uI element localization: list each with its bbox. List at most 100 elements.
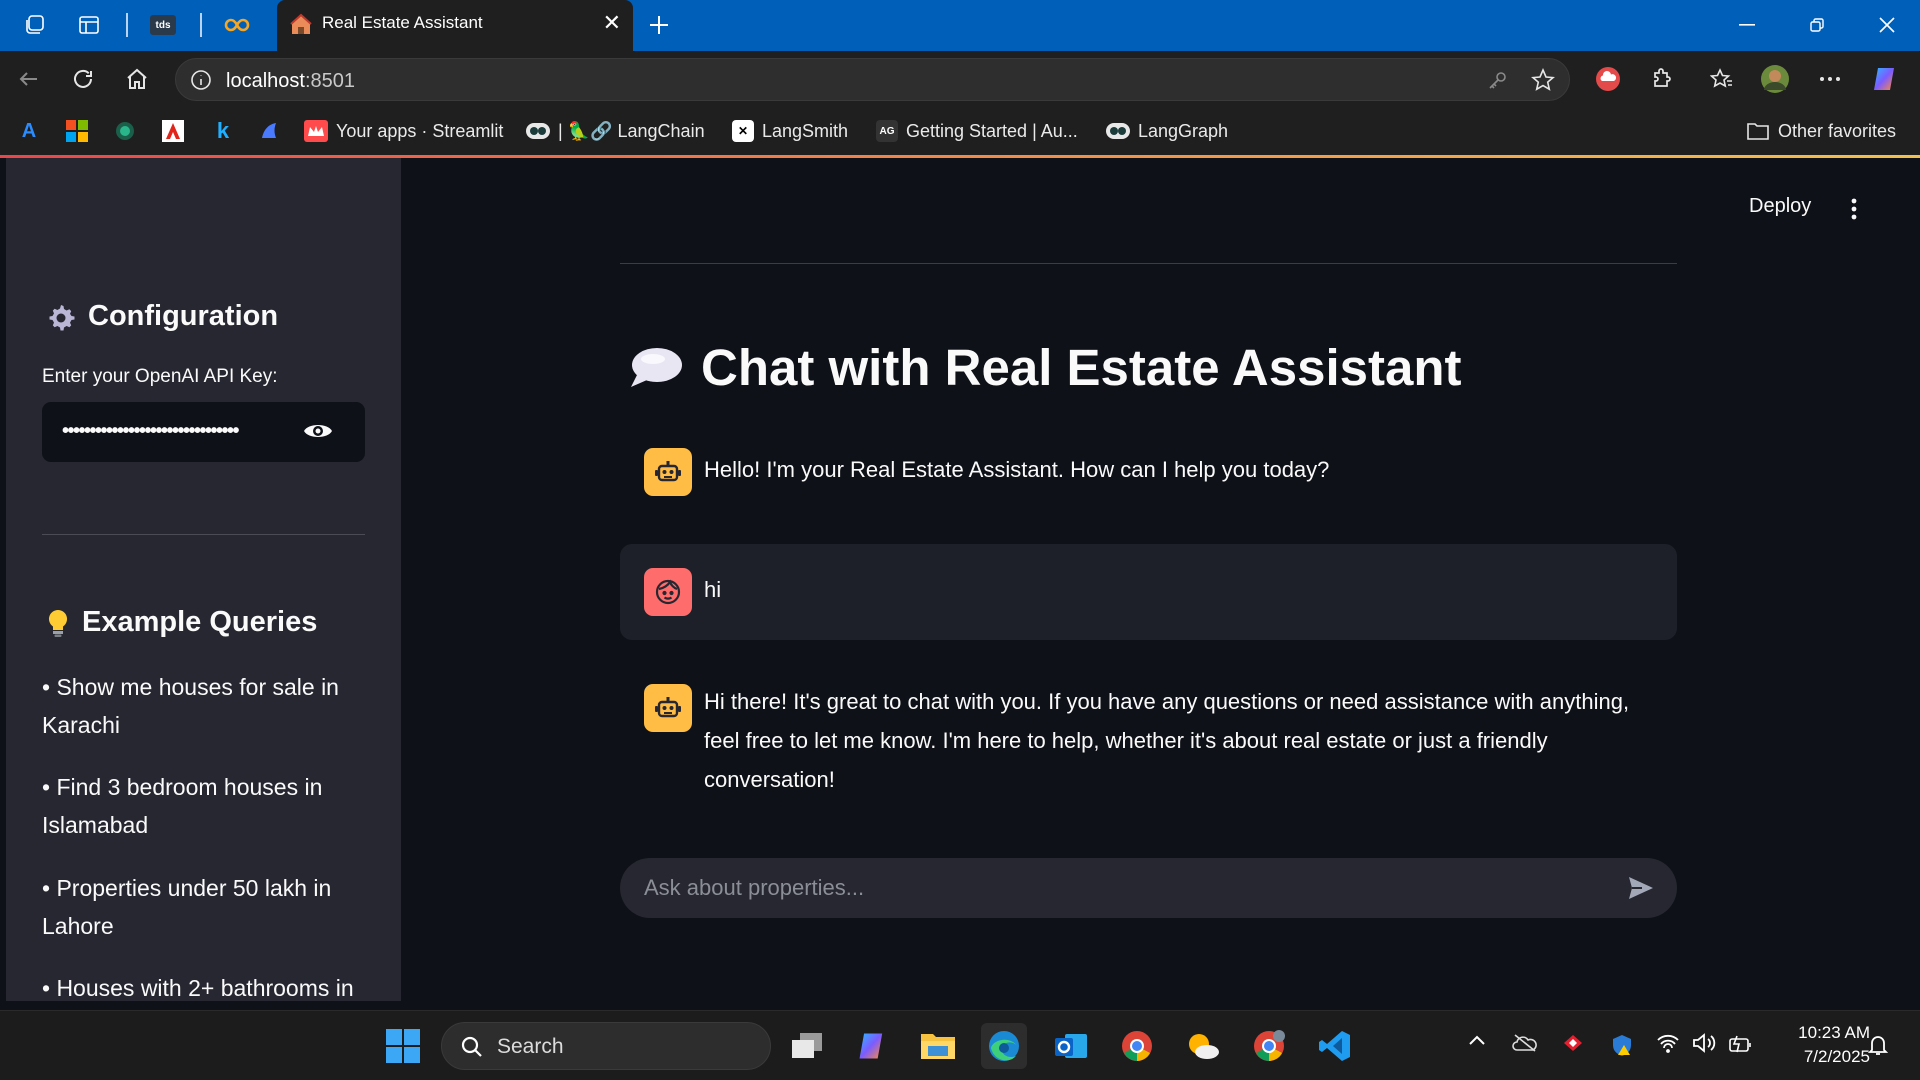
home-icon[interactable] <box>122 64 152 94</box>
tds-favicon-icon: tds <box>150 15 176 35</box>
favorite-star-icon[interactable] <box>1531 68 1555 92</box>
taskbar-search[interactable]: Search <box>441 1022 771 1070</box>
new-tab-icon[interactable] <box>644 10 674 40</box>
example-query-item: • Find 3 bedroom houses in Islamabad <box>42 774 323 838</box>
clock-time: 10:23 AM <box>1798 1023 1870 1042</box>
workspaces-icon[interactable] <box>20 10 50 40</box>
chat-input[interactable] <box>620 858 1677 918</box>
anydesk-icon[interactable] <box>1562 1033 1584 1053</box>
adobe-icon <box>162 120 184 142</box>
security-shield-icon[interactable] <box>1610 1033 1634 1057</box>
sidebar-divider <box>42 534 365 535</box>
system-clock[interactable]: 10:23 AM 7/2/2025 <box>1770 1021 1870 1069</box>
main-content: Deploy Chat with Real Estate Assistant H… <box>401 158 1914 1001</box>
bookmark-getting-started[interactable]: AG Getting Started | Au... <box>876 119 1078 143</box>
chat-message-assistant: Hi there! It's great to chat with you. I… <box>620 662 1677 812</box>
tray-chevron-icon[interactable] <box>1468 1033 1486 1047</box>
bookmark-microsoft[interactable] <box>66 119 88 143</box>
folder-icon <box>1746 121 1770 141</box>
tab-close-icon[interactable]: ✕ <box>603 12 621 34</box>
bookmark-langchain[interactable]: | 🦜🔗 LangChain <box>526 119 705 143</box>
more-menu-icon[interactable] <box>1815 64 1845 94</box>
bookmark-langsmith[interactable]: ✕ LangSmith <box>732 119 848 143</box>
bookmark-k[interactable]: k <box>212 118 234 143</box>
microsoft-icon <box>66 120 88 142</box>
restore-icon[interactable] <box>1797 10 1837 40</box>
search-label: Search <box>497 1035 564 1058</box>
tab-infinity[interactable] <box>222 10 252 40</box>
example-query-item: • Properties under 50 lakh in Lahore <box>42 875 332 939</box>
deploy-button[interactable]: Deploy <box>1749 195 1811 218</box>
example-query-item: • Houses with 2+ bathrooms in <box>42 975 354 1001</box>
task-view-icon[interactable] <box>784 1023 830 1069</box>
clock-date: 7/2/2025 <box>1803 1047 1870 1066</box>
bookmark-label: Your apps · Streamlit <box>336 120 504 141</box>
chat-input-field[interactable] <box>644 870 1604 906</box>
windows-start-icon[interactable] <box>380 1023 426 1069</box>
chat-message-assistant: Hello! I'm your Real Estate Assistant. H… <box>620 426 1677 522</box>
bot-avatar-icon <box>644 448 692 496</box>
bookmark-adobe[interactable] <box>162 119 184 143</box>
examples-title: Example Queries <box>82 606 318 638</box>
example-query-item: • Show me houses for sale in Karachi <box>42 674 339 738</box>
langgraph-icon <box>1106 123 1130 139</box>
search-icon <box>460 1035 484 1059</box>
volume-icon[interactable] <box>1692 1033 1718 1053</box>
message-text: hi <box>704 577 722 602</box>
bookmark-azure[interactable]: A <box>18 119 40 143</box>
tab-tds[interactable]: tds <box>148 10 178 40</box>
extensions-icon[interactable] <box>1647 64 1677 94</box>
profile-avatar[interactable] <box>1760 64 1790 94</box>
chat-message-user: hi <box>620 544 1677 640</box>
copilot-taskbar-icon[interactable] <box>849 1023 895 1069</box>
back-icon[interactable] <box>14 64 44 94</box>
battery-icon[interactable] <box>1728 1033 1754 1055</box>
wifi-icon[interactable] <box>1656 1033 1680 1053</box>
bookmarks-bar: A k Your apps · Streamlit | 🦜🔗 LangChain… <box>0 107 1920 155</box>
api-key-input[interactable]: •••••••••••••••••••••••••••••••• <box>42 402 365 462</box>
bookmark-streamlit[interactable]: Your apps · Streamlit <box>304 119 503 143</box>
minimize-icon[interactable] <box>1727 10 1767 40</box>
refresh-icon[interactable] <box>68 64 98 94</box>
other-favorites-label: Other favorites <box>1778 120 1897 141</box>
show-password-eye-icon[interactable] <box>303 420 333 442</box>
chrome-profile-icon[interactable] <box>1246 1023 1292 1069</box>
favorites-icon[interactable] <box>1707 64 1737 94</box>
bot-avatar-icon <box>644 684 692 732</box>
send-icon[interactable] <box>1627 875 1655 901</box>
page-title: Chat with Real Estate Assistant <box>629 338 1461 397</box>
chrome-icon[interactable] <box>1114 1023 1160 1069</box>
main-menu-icon[interactable] <box>1851 198 1857 220</box>
ag-icon: AG <box>876 120 898 142</box>
browser-titlebar: tds Real Estate Assistant ✕ <box>0 0 1920 51</box>
azure-icon: A <box>21 119 37 142</box>
house-favicon-icon <box>289 13 313 37</box>
onedrive-icon[interactable] <box>1512 1033 1538 1053</box>
close-window-icon[interactable] <box>1867 10 1907 40</box>
edge-icon[interactable] <box>981 1023 1027 1069</box>
other-favorites[interactable]: Other favorites <box>1746 119 1896 143</box>
user-avatar-icon <box>644 568 692 616</box>
extension-cloud-icon[interactable] <box>1593 64 1623 94</box>
lightbulb-icon <box>46 608 70 638</box>
message-text: Hi there! It's great to chat with you. I… <box>704 689 1630 792</box>
outlook-icon[interactable] <box>1048 1023 1094 1069</box>
address-bar[interactable]: localhost:8501 <box>175 58 1570 101</box>
tab-real-estate-assistant[interactable]: Real Estate Assistant ✕ <box>277 0 633 51</box>
notifications-icon[interactable] <box>1866 1033 1890 1057</box>
page-title-text: Chat with Real Estate Assistant <box>701 339 1462 396</box>
copilot-icon[interactable] <box>1870 64 1900 94</box>
blue-drop-icon <box>258 120 280 142</box>
header-divider <box>620 263 1677 264</box>
file-explorer-icon[interactable] <box>915 1023 961 1069</box>
tab-actions-icon[interactable] <box>74 10 104 40</box>
streamlit-app: Configuration Enter your OpenAI API Key:… <box>6 158 1914 1001</box>
weather-icon[interactable] <box>1180 1023 1226 1069</box>
bookmark-langgraph[interactable]: LangGraph <box>1106 119 1228 143</box>
key-icon[interactable] <box>1487 69 1509 91</box>
vscode-icon[interactable] <box>1312 1023 1358 1069</box>
site-info-icon[interactable] <box>190 69 212 91</box>
bookmark-blue-app[interactable] <box>258 119 280 143</box>
bookmark-label: Getting Started | Au... <box>906 120 1078 141</box>
bookmark-globe[interactable] <box>114 119 136 143</box>
